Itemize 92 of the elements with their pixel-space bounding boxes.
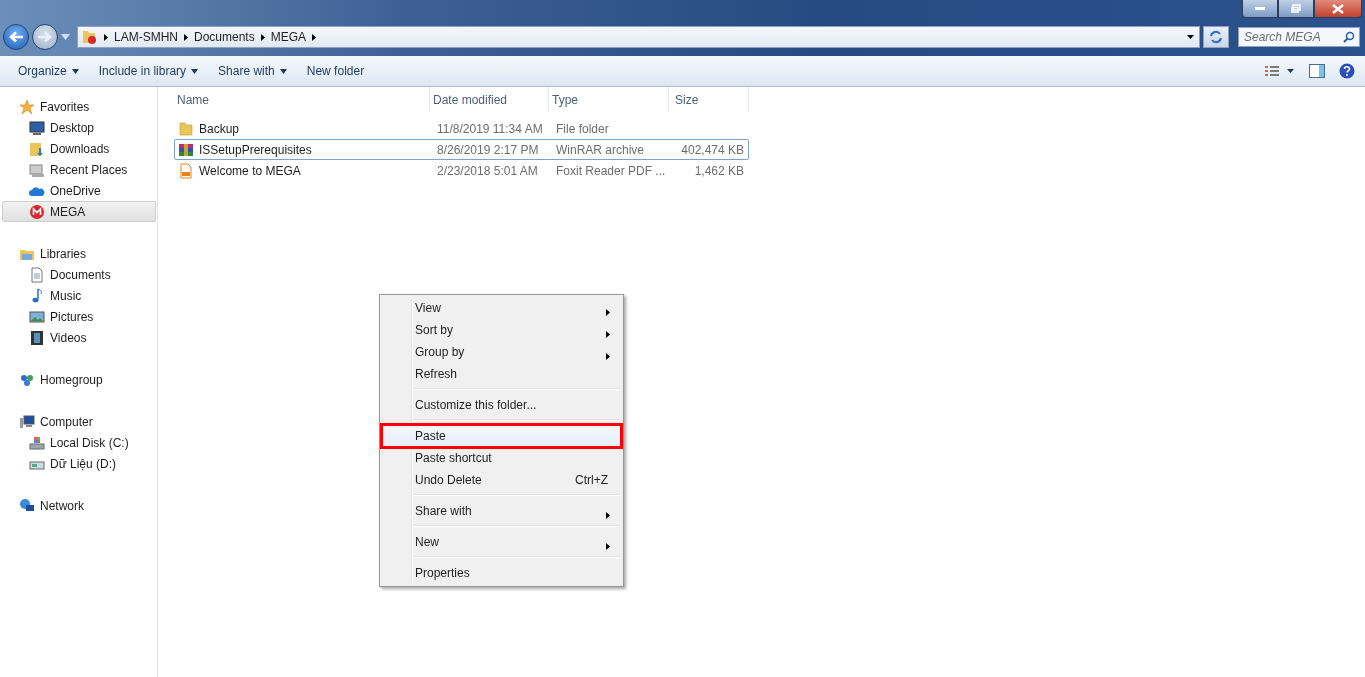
mega-logo-icon [29, 203, 45, 220]
toolbar-button[interactable]: Include in library [88, 60, 209, 82]
column-header[interactable]: Date modified [430, 87, 549, 111]
sidebar-item[interactable]: Documents [0, 264, 156, 285]
triangle-icon [184, 33, 188, 41]
breadcrumb[interactable]: MEGA [270, 30, 307, 44]
view-options-icon[interactable] [1265, 66, 1295, 76]
menu-item[interactable]: Share with [382, 500, 621, 522]
minimize-icon [1255, 7, 1265, 10]
back-arrow-icon [9, 31, 23, 43]
breadcrumb[interactable]: LAM-SMHN [114, 30, 178, 44]
breadcrumb[interactable]: Documents [194, 30, 255, 44]
monitor-icon [29, 119, 45, 136]
shortcut-label: Ctrl+Z [575, 473, 608, 487]
menu-item[interactable]: Paste [382, 425, 621, 447]
help-icon[interactable] [1339, 63, 1355, 79]
search-field[interactable]: Search MEGA [1238, 27, 1360, 47]
sidebar-item[interactable]: Recent Places [0, 159, 156, 180]
close-button[interactable] [1314, 0, 1362, 18]
hard-disk-icon [29, 434, 45, 451]
sidebar-item[interactable]: Desktop [0, 117, 156, 138]
sidebar-item[interactable]: Libraries [0, 243, 156, 264]
date-cell-text: 11/8/2019 11:34 AM [436, 121, 544, 136]
dropdown-icon[interactable] [1187, 35, 1194, 39]
star-icon [19, 98, 35, 115]
back-button[interactable] [3, 24, 29, 50]
file-row[interactable]: Welcome to MEGA 2/23/2018 5:01 AM Foxit Reader PDF ... 1,462 KB [174, 160, 749, 181]
download-folder-icon [29, 140, 45, 157]
film-strip-icon [29, 329, 45, 346]
file-name: Backup [199, 121, 240, 136]
size-cell-text: 1,462 KB [693, 163, 745, 178]
sidebar-item[interactable]: OneDrive [0, 180, 156, 201]
sidebar-item[interactable]: Computer [0, 411, 156, 432]
sidebar-item[interactable]: Videos [0, 327, 156, 348]
refresh-button[interactable] [1203, 26, 1229, 48]
toolbar-button[interactable]: Organize [8, 60, 89, 82]
type-cell-text: Foxit Reader PDF ... [555, 163, 667, 178]
preview-pane-icon[interactable] [1309, 64, 1325, 78]
search-icon[interactable] [1343, 31, 1355, 43]
folder-icon [82, 29, 98, 45]
column-header[interactable]: Size [669, 87, 749, 111]
sidebar-item[interactable]: Music [0, 285, 156, 306]
refresh-arrows-icon [1209, 30, 1223, 44]
size-cell-text: 402,474 KB [680, 142, 745, 157]
menu-item[interactable]: New [382, 531, 621, 553]
toolbar-button[interactable]: Share with [208, 60, 297, 82]
column-header[interactable]: Name [174, 87, 430, 111]
maximize-button[interactable] [1278, 0, 1314, 18]
forward-button[interactable] [32, 24, 58, 50]
recent-places-icon [29, 161, 45, 178]
sidebar-item[interactable]: MEGA [2, 201, 156, 222]
archive-icon [178, 141, 194, 158]
sidebar-item[interactable]: Favorites [0, 96, 156, 117]
type-cell-text: File folder [555, 121, 610, 136]
sidebar-item[interactable]: Dữ Liệu (D:) [0, 453, 156, 474]
menu-item[interactable]: Customize this folder... [382, 394, 621, 416]
sidebar-item[interactable]: Network [0, 495, 156, 516]
close-icon [1332, 3, 1344, 14]
date-cell-text: 2/23/2018 5:01 AM [436, 163, 539, 178]
file-row[interactable]: Backup 11/8/2019 11:34 AM File folder [174, 118, 749, 139]
type-cell-text: WinRAR archive [555, 142, 646, 157]
restore-icon [1291, 4, 1301, 13]
sidebar-item[interactable]: Downloads [0, 138, 156, 159]
menu-item[interactable]: Paste shortcut [382, 447, 621, 469]
toolbar-button[interactable]: New folder [296, 60, 375, 82]
sidebar-item[interactable]: Homegroup [0, 369, 156, 390]
recent-pages-dropdown-icon[interactable] [61, 34, 70, 40]
pdf-file-icon [178, 162, 194, 179]
triangle-icon [260, 33, 265, 41]
menu-item[interactable]: Sort by [382, 319, 621, 341]
menu-item[interactable]: Undo Delete Ctrl+Z [382, 469, 621, 491]
document-icon [29, 266, 45, 283]
triangle-icon [312, 33, 317, 41]
triangle-icon [104, 33, 108, 41]
column-header[interactable]: Type [549, 87, 669, 111]
file-row[interactable]: ISSetupPrerequisites 8/26/2019 2:17 PM WinRAR archive 402,474 KB [174, 139, 749, 160]
forward-arrow-icon [38, 31, 52, 43]
picture-icon [29, 308, 45, 325]
sidebar-item[interactable]: Pictures [0, 306, 156, 327]
folder-icon [178, 120, 194, 137]
menu-item[interactable]: View [382, 297, 621, 319]
file-name: ISSetupPrerequisites [199, 142, 312, 157]
address-bar[interactable]: LAM-SMHN Documents MEGA [77, 26, 1200, 48]
network-icon [19, 497, 35, 514]
file-name: Welcome to MEGA [199, 163, 301, 178]
minimize-button[interactable] [1242, 0, 1278, 18]
menu-item[interactable]: Properties [382, 562, 621, 584]
date-cell-text: 8/26/2019 2:17 PM [436, 142, 540, 157]
menu-item[interactable]: Refresh [382, 363, 621, 385]
computer-icon [19, 413, 35, 430]
menu-item[interactable]: Group by [382, 341, 621, 363]
sidebar-item[interactable]: Local Disk (C:) [0, 432, 156, 453]
